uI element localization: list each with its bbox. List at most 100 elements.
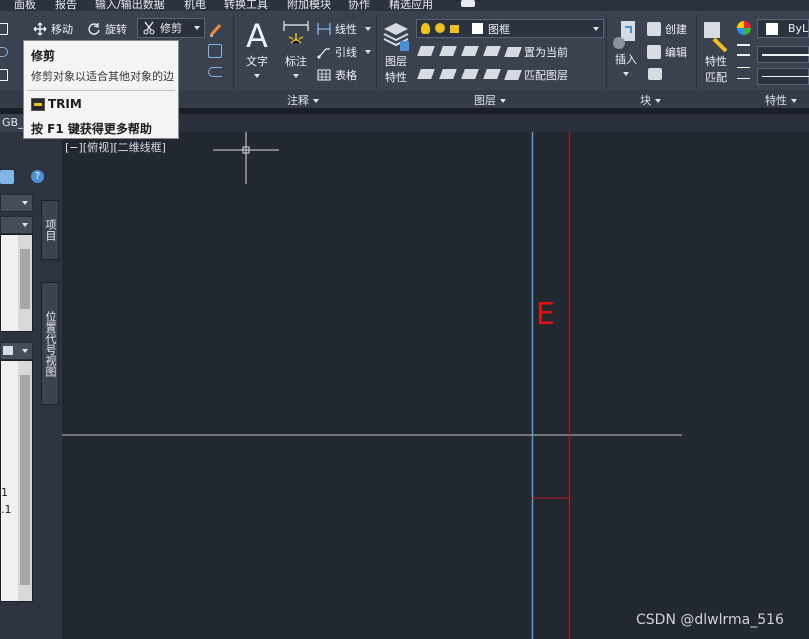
create-block-button[interactable]: 创建 [647, 21, 687, 37]
trim-label: 修剪 [160, 22, 182, 35]
layer-tool-icon[interactable] [417, 46, 435, 56]
partial-tool-icon[interactable] [0, 23, 8, 35]
layer-dropdown[interactable]: 图框 [416, 19, 604, 38]
text-label: 文字 [246, 55, 268, 68]
scrollbar[interactable] [18, 235, 32, 331]
offset-icon[interactable] [208, 67, 222, 77]
properties-panel-title[interactable]: 特性 [765, 92, 797, 108]
watermark: CSDN @dlwlrma_516 [636, 612, 784, 628]
leader-icon [317, 45, 331, 59]
dimension-label: 标注 [285, 55, 307, 68]
tab-items[interactable]: 项目 [41, 200, 59, 260]
dimension-button[interactable]: 标注 [281, 19, 311, 82]
color-swatch [766, 23, 778, 35]
chevron-down-icon[interactable] [194, 26, 200, 30]
layer-tool-icon[interactable] [439, 46, 457, 56]
menu-addins[interactable]: 附加模块 [287, 0, 331, 11]
layer-tool-icon[interactable] [483, 69, 501, 79]
unlock-icon [450, 25, 459, 33]
layer-tool-icon[interactable] [439, 69, 457, 79]
trim-tooltip: 修剪 修剪对象以适合其他对象的边 TRIM 按 F1 键获得更多帮助 [23, 40, 179, 139]
palette-dropdown-1[interactable] [0, 194, 33, 212]
menu-report[interactable]: 报告 [55, 0, 77, 11]
make-current-button[interactable]: 置为当前 [504, 44, 568, 60]
autocad-window: 面板 报告 输入/输出数据 机电 转换工具 附加模块 协作 精选应用 移动 旋转 [0, 0, 809, 639]
edit-label: 编辑 [665, 46, 687, 59]
marker-label-e: E [536, 297, 555, 332]
edit-block-button[interactable]: 编辑 [647, 44, 687, 60]
move-icon [33, 22, 47, 36]
linear-button[interactable]: 线性 [317, 21, 371, 37]
make-current-label: 置为当前 [524, 46, 568, 59]
chevron-down-icon [623, 72, 629, 76]
menu-io-data[interactable]: 输入/输出数据 [95, 0, 165, 11]
annotation-panel-title[interactable]: 注释 [287, 92, 319, 108]
scrollbar[interactable] [18, 361, 32, 601]
rotate-button[interactable]: 旋转 [87, 21, 127, 37]
palette-dropdown-3[interactable] [0, 342, 33, 360]
chevron-down-icon [293, 74, 299, 78]
make-current-icon [504, 47, 522, 57]
layer-tool-icon[interactable] [461, 69, 479, 79]
crosshair-cursor [213, 132, 279, 184]
color-dropdown[interactable]: ByLa [757, 19, 809, 38]
match-properties-button[interactable]: 特性 匹配 [700, 19, 732, 85]
linetype-icon[interactable] [737, 67, 750, 79]
menu-mep[interactable]: 机电 [184, 0, 206, 11]
menu-convert-tools[interactable]: 转换工具 [224, 0, 268, 11]
viewport-controls[interactable]: [−][俯视][二维线框] [65, 139, 166, 155]
trim-button[interactable]: 修剪 [137, 18, 205, 38]
block-panel-title[interactable]: 块 [640, 92, 661, 108]
menu-bar: 面板 报告 输入/输出数据 机电 转换工具 附加模块 协作 精选应用 [0, 0, 809, 11]
layers-panel-title[interactable]: 图层 [474, 92, 506, 108]
lineweight-icon[interactable] [737, 44, 750, 56]
palette-list-upper[interactable] [0, 234, 33, 332]
erase-icon[interactable] [208, 22, 224, 37]
leader-label: 引线 [335, 46, 357, 59]
copy-icon[interactable] [208, 44, 222, 58]
chevron-down-icon [593, 27, 599, 31]
lineweight-dropdown[interactable] [757, 46, 809, 63]
camera-icon[interactable] [461, 0, 475, 7]
linetype-dropdown[interactable] [757, 68, 809, 85]
layer-tool-icon[interactable] [483, 46, 501, 56]
partial-tool-icon[interactable] [0, 69, 8, 81]
create-block-icon [647, 22, 661, 36]
move-button[interactable]: 移动 [33, 21, 73, 37]
layer-color-swatch [472, 23, 483, 34]
linear-label: 线性 [335, 23, 357, 36]
insert-label: 插入 [615, 53, 637, 66]
menu-collaborate[interactable]: 协作 [348, 0, 370, 11]
table-icon [317, 68, 331, 82]
drawing-canvas[interactable]: E [62, 132, 809, 639]
move-label: 移动 [51, 23, 73, 36]
palette-list-lower[interactable]: 1 .1 [0, 360, 33, 602]
bylayer-label: ByLa [788, 22, 809, 35]
color-wheel-icon[interactable] [737, 21, 751, 35]
text-button[interactable]: A 文字 [241, 19, 273, 82]
menu-panel[interactable]: 面板 [14, 0, 36, 11]
layer-stack-icon [381, 19, 411, 53]
layer-properties-button[interactable]: 图层 特性 [381, 19, 411, 85]
table-button[interactable]: 表格 [317, 67, 357, 83]
help-icon[interactable]: ? [31, 170, 44, 183]
sun-icon [435, 23, 445, 33]
insert-button[interactable]: 插入 [611, 19, 641, 80]
tooltip-command: TRIM [48, 97, 82, 111]
layer-tool-icon[interactable] [461, 46, 479, 56]
tooltip-title: 修剪 [31, 49, 56, 63]
partial-tool-icon[interactable] [0, 47, 8, 57]
tab-location-view[interactable]: 位置代号视图 [41, 282, 59, 405]
layer-tool-icon[interactable] [417, 69, 435, 79]
leader-button[interactable]: 引线 [317, 44, 371, 60]
menu-featured-apps[interactable]: 精选应用 [389, 0, 433, 11]
palette-settings-icon[interactable] [0, 170, 14, 184]
palette-dropdown-2[interactable] [0, 216, 33, 234]
match-layer-button[interactable]: 匹配图层 [504, 67, 568, 83]
text-a-icon: A [246, 17, 268, 55]
rotate-icon [87, 22, 101, 36]
block-attribute-icon[interactable] [648, 68, 662, 80]
table-label: 表格 [335, 69, 357, 82]
match-properties-icon [700, 19, 732, 53]
layer-properties-label-1: 图层 [385, 55, 407, 68]
